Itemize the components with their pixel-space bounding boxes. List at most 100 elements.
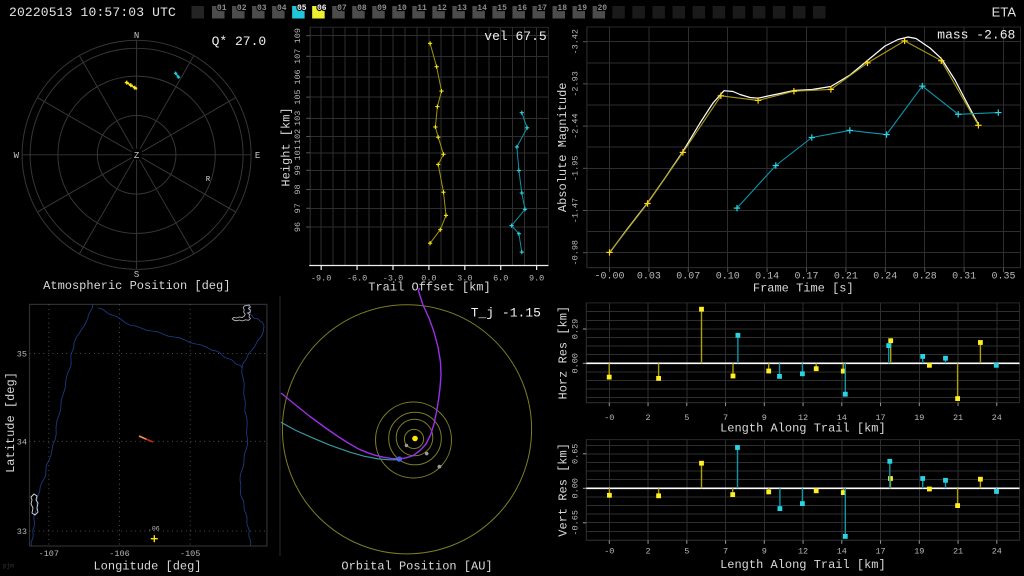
svg-text:33: 33 bbox=[17, 527, 27, 537]
svg-text:0.28: 0.28 bbox=[913, 272, 937, 283]
svg-text:15: 15 bbox=[497, 4, 507, 13]
svg-text:-0.00: -0.00 bbox=[594, 272, 624, 283]
svg-text:Vert Res [km]: Vert Res [km] bbox=[557, 443, 571, 537]
svg-text:-9.0: -9.0 bbox=[311, 274, 331, 284]
svg-text:12: 12 bbox=[798, 547, 808, 557]
svg-text:01: 01 bbox=[217, 4, 227, 13]
svg-text:Q* 27.0: Q* 27.0 bbox=[212, 34, 267, 49]
svg-text:102: 102 bbox=[293, 129, 303, 144]
svg-text:Atmospheric Position [deg]: Atmospheric Position [deg] bbox=[43, 279, 230, 293]
svg-text:0.31: 0.31 bbox=[952, 272, 976, 283]
svg-text:09: 09 bbox=[377, 4, 387, 13]
svg-text:19: 19 bbox=[914, 413, 924, 423]
svg-text:03: 03 bbox=[257, 4, 267, 13]
svg-text:0.65: 0.65 bbox=[571, 444, 581, 464]
svg-text:2: 2 bbox=[645, 413, 650, 423]
svg-text:07: 07 bbox=[337, 4, 347, 13]
svg-text:103: 103 bbox=[293, 111, 303, 126]
svg-text:06: 06 bbox=[317, 4, 327, 13]
svg-text:E: E bbox=[255, 151, 260, 161]
svg-text:17: 17 bbox=[537, 4, 547, 13]
svg-text:Latitude [deg]: Latitude [deg] bbox=[4, 372, 18, 473]
svg-text:96: 96 bbox=[293, 222, 303, 232]
svg-text:pjm: pjm bbox=[3, 563, 14, 570]
svg-text:5: 5 bbox=[684, 547, 689, 557]
svg-text:-106: -106 bbox=[109, 549, 129, 559]
svg-text:98: 98 bbox=[293, 184, 303, 194]
svg-text:105: 105 bbox=[293, 89, 303, 104]
svg-text:6.0: 6.0 bbox=[493, 274, 508, 284]
svg-text:34: 34 bbox=[17, 437, 27, 447]
svg-text:W: W bbox=[14, 151, 20, 161]
svg-text:mass -2.68: mass -2.68 bbox=[937, 28, 1015, 43]
svg-text:0.24: 0.24 bbox=[873, 272, 897, 283]
svg-text:Absolute Magnitude: Absolute Magnitude bbox=[556, 82, 570, 212]
svg-text:-1.95: -1.95 bbox=[570, 156, 580, 182]
svg-text:Trail Offset [km]: Trail Offset [km] bbox=[368, 281, 490, 295]
svg-text:-0.65: -0.65 bbox=[571, 510, 581, 536]
svg-text:Longitude [deg]: Longitude [deg] bbox=[93, 560, 201, 574]
svg-text:Length Along Trail [km]: Length Along Trail [km] bbox=[720, 558, 886, 572]
svg-text:101: 101 bbox=[293, 145, 303, 160]
svg-text:14: 14 bbox=[837, 547, 847, 557]
svg-text:Length Along Trail [km]: Length Along Trail [km] bbox=[720, 422, 886, 436]
svg-text:-0: -0 bbox=[604, 413, 614, 423]
svg-text:19: 19 bbox=[577, 4, 587, 13]
svg-text:2: 2 bbox=[645, 547, 650, 557]
svg-text:0.00: 0.00 bbox=[571, 478, 581, 498]
svg-text:11: 11 bbox=[417, 4, 427, 13]
svg-text:10: 10 bbox=[397, 4, 407, 13]
svg-text:7: 7 bbox=[723, 547, 728, 557]
svg-text:Height [km]: Height [km] bbox=[280, 107, 294, 186]
svg-text:13: 13 bbox=[457, 4, 467, 13]
svg-text:0.00: 0.00 bbox=[571, 353, 581, 373]
svg-text:0.35: 0.35 bbox=[991, 272, 1015, 283]
svg-text:9.0: 9.0 bbox=[529, 274, 544, 284]
svg-text:T_j -1.15: T_j -1.15 bbox=[471, 306, 541, 321]
svg-text:24: 24 bbox=[992, 547, 1002, 557]
svg-text:5: 5 bbox=[684, 413, 689, 423]
svg-text:0.29: 0.29 bbox=[571, 319, 581, 339]
svg-text:17: 17 bbox=[875, 547, 885, 557]
svg-text:12: 12 bbox=[437, 4, 447, 13]
svg-text:0.10: 0.10 bbox=[716, 272, 740, 283]
svg-text:Frame Time [s]: Frame Time [s] bbox=[753, 282, 854, 296]
svg-text:08: 08 bbox=[357, 4, 367, 13]
svg-text:ETA: ETA bbox=[992, 5, 1017, 20]
svg-text:97: 97 bbox=[293, 203, 303, 213]
svg-text:21: 21 bbox=[953, 547, 963, 557]
svg-text:-2.44: -2.44 bbox=[570, 113, 580, 139]
svg-text:20: 20 bbox=[597, 4, 607, 13]
svg-text:9: 9 bbox=[762, 547, 767, 557]
svg-text:99: 99 bbox=[293, 165, 303, 175]
svg-text:14: 14 bbox=[477, 4, 487, 13]
svg-text:-6.0: -6.0 bbox=[347, 274, 367, 284]
svg-text:02: 02 bbox=[237, 4, 247, 13]
svg-text:05: 05 bbox=[297, 4, 307, 13]
svg-text:20220513 10:57:03 UTC: 20220513 10:57:03 UTC bbox=[9, 5, 176, 20]
svg-text:Orbital Position [AU]: Orbital Position [AU] bbox=[341, 560, 492, 574]
svg-text:18: 18 bbox=[557, 4, 567, 13]
svg-text:Horz Res [km]: Horz Res [km] bbox=[557, 306, 571, 400]
svg-text:04: 04 bbox=[277, 4, 287, 13]
svg-text:-107: -107 bbox=[39, 549, 59, 559]
svg-text:-3.42: -3.42 bbox=[570, 29, 580, 55]
svg-text:.06: .06 bbox=[148, 526, 160, 533]
svg-text:-0: -0 bbox=[604, 547, 614, 557]
svg-text:N: N bbox=[134, 31, 139, 41]
svg-text:-105: -105 bbox=[180, 549, 200, 559]
svg-text:109: 109 bbox=[293, 28, 303, 43]
svg-text:106: 106 bbox=[293, 69, 303, 84]
svg-text:35: 35 bbox=[17, 350, 27, 360]
svg-text:21: 21 bbox=[953, 413, 963, 423]
svg-text:16: 16 bbox=[517, 4, 527, 13]
svg-text:107: 107 bbox=[293, 49, 303, 64]
svg-text:19: 19 bbox=[914, 547, 924, 557]
svg-text:-2.93: -2.93 bbox=[570, 71, 580, 97]
svg-text:24: 24 bbox=[992, 413, 1002, 423]
svg-text:0.03: 0.03 bbox=[637, 272, 661, 283]
svg-text:-1.47: -1.47 bbox=[570, 198, 580, 224]
svg-text:0.07: 0.07 bbox=[676, 272, 700, 283]
svg-text:-0.98: -0.98 bbox=[570, 240, 580, 266]
svg-text:vel 67.5: vel 67.5 bbox=[484, 29, 546, 44]
